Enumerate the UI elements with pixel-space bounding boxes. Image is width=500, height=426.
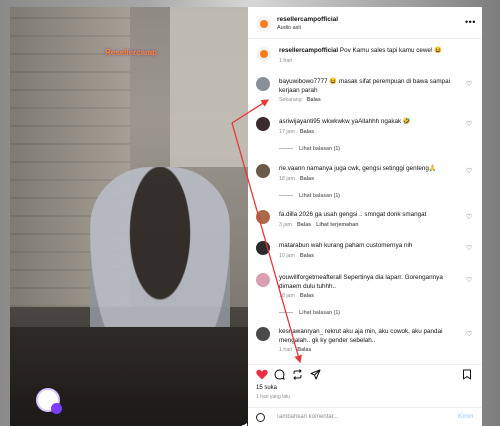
caption-time: 1 hari	[279, 58, 293, 64]
comment-text: asriwijayanti95 wkwkwkw yaAllahhh ngakak…	[279, 117, 459, 126]
commenter-username[interactable]: fa.dilla 2026	[279, 211, 313, 218]
reply-button[interactable]: Balas	[307, 97, 321, 103]
comment-meta: 17 jam Balas	[279, 129, 319, 135]
comment-body: wah kurang paham customernya nih	[310, 242, 413, 249]
author-username[interactable]: resellercampofficial	[277, 16, 338, 23]
post-time: 1 hari yang lalu	[256, 394, 290, 400]
send-icon[interactable]	[310, 369, 321, 380]
more-options-icon[interactable]: •••	[465, 17, 476, 27]
repost-icon[interactable]	[292, 369, 303, 380]
heart-outline-icon[interactable]: ♡	[466, 245, 474, 253]
audio-label[interactable]: Audio asli	[277, 25, 301, 31]
commenter-username[interactable]: kesnawanryan_	[279, 328, 323, 335]
heart-outline-icon[interactable]: ♡	[466, 277, 474, 285]
comment-time: 10 jam	[279, 253, 295, 259]
commenter-avatar[interactable]	[256, 164, 270, 178]
commenter-username[interactable]: rie.vaann	[279, 165, 305, 172]
post-comment-button[interactable]: Kirim	[458, 414, 473, 420]
action-bar	[248, 364, 482, 382]
emoji-icon[interactable]	[256, 413, 265, 422]
comment-icon[interactable]	[274, 369, 285, 380]
commenter-avatar[interactable]	[256, 273, 270, 287]
video-brand-avatar[interactable]	[36, 388, 62, 414]
comment-time: 18 jam	[279, 293, 295, 299]
comment-body: namanya juga cwk, gengsi setinggi genten…	[306, 165, 437, 172]
comment-time: 18 jam	[279, 176, 295, 182]
heart-outline-icon[interactable]: ♡	[466, 214, 474, 222]
reply-button[interactable]: Balas	[297, 222, 311, 228]
comment-text: fa.dilla 2026 ga usah gengsi .. smngat d…	[279, 210, 459, 219]
video-doorway	[170, 7, 248, 167]
reply-button[interactable]: Balas	[300, 176, 314, 182]
view-replies-button[interactable]: Lihat balasan (1)	[279, 146, 340, 152]
post-header: resellercampofficial Audio asli •••	[248, 7, 482, 39]
commenter-avatar[interactable]	[256, 77, 270, 91]
caption-body: Pov Kamu sales tapi kamu cewe! 😆	[339, 47, 443, 54]
heart-outline-icon[interactable]: ♡	[466, 331, 474, 339]
video-player[interactable]: Resellercamp	[10, 7, 248, 426]
caption-text: resellercampofficial Pov Kamu sales tapi…	[279, 46, 459, 55]
reply-button[interactable]: Balas	[300, 253, 314, 259]
caption-avatar[interactable]	[257, 47, 271, 61]
bookmark-icon[interactable]	[462, 369, 472, 380]
like-count[interactable]: 15 suka	[256, 385, 277, 391]
translate-button[interactable]: Lihat terjemahan	[316, 222, 358, 228]
comment-text: bayuwibowo7777 😆 masak sifat perempuan d…	[279, 77, 459, 95]
add-comment-bar: Kirim	[248, 407, 482, 426]
view-replies-button[interactable]: Lihat balasan (1)	[279, 310, 340, 316]
heart-outline-icon[interactable]: ♡	[466, 81, 474, 89]
screen: Resellercamp resellercampofficial Audio …	[0, 0, 500, 426]
comment-body: ga usah gengsi .. smngat donk smangat	[314, 211, 427, 218]
comment-time: 17 jam	[279, 129, 295, 135]
commenter-avatar[interactable]	[256, 210, 270, 224]
commenter-username[interactable]: matarabun	[279, 242, 309, 249]
commenter-username[interactable]: bayuwibowo7777	[279, 78, 328, 85]
post-panel: resellercampofficial Audio asli ••• rese…	[248, 7, 482, 426]
comment-meta: 18 jam Balas	[279, 293, 319, 299]
comment-time: 1 hari	[279, 347, 293, 353]
speaker-muted-icon[interactable]	[241, 421, 248, 426]
comment-time: 3 jam	[279, 222, 292, 228]
view-replies-button[interactable]: Lihat balasan (1)	[279, 193, 340, 199]
caption-username[interactable]: resellercampofficial	[279, 47, 338, 54]
comment-text: kesnawanryan_ rekrut aku aja min, aku co…	[279, 327, 459, 345]
video-watermark: Resellercamp	[105, 48, 158, 57]
author-avatar[interactable]	[257, 17, 271, 31]
commenter-username[interactable]: asriwijayanti95	[279, 118, 320, 125]
commenter-avatar[interactable]	[256, 327, 270, 341]
commenter-avatar[interactable]	[256, 241, 270, 255]
heart-filled-icon[interactable]	[256, 369, 268, 380]
comment-body: wkwkwkw yaAllahhh ngakak 🤣	[322, 118, 411, 125]
reply-button[interactable]: Balas	[300, 293, 314, 299]
comment-meta: 18 jam Balas	[279, 176, 319, 182]
reply-button[interactable]: Balas	[300, 129, 314, 135]
heart-outline-icon[interactable]: ♡	[466, 121, 474, 129]
commenter-username[interactable]: youwillforgetmeafterall	[279, 274, 342, 281]
comment-text: rie.vaann namanya juga cwk, gengsi setin…	[279, 164, 459, 173]
comment-text: matarabun wah kurang paham customernya n…	[279, 241, 459, 250]
comment-meta: 3 jam Balas Lihat terjemahan	[279, 222, 363, 228]
comment-input[interactable]	[276, 411, 446, 423]
comment-meta: Sekarang Balas	[279, 97, 326, 103]
heart-outline-icon[interactable]: ♡	[466, 168, 474, 176]
comment-text: youwillforgetmeafterall Sepertinya dia l…	[279, 273, 459, 291]
comment-time: Sekarang	[279, 97, 302, 103]
comment-meta: 1 hari Balas	[279, 347, 316, 353]
comment-meta: 10 jam Balas	[279, 253, 319, 259]
reply-button[interactable]: Balas	[297, 347, 311, 353]
commenter-avatar[interactable]	[256, 117, 270, 131]
